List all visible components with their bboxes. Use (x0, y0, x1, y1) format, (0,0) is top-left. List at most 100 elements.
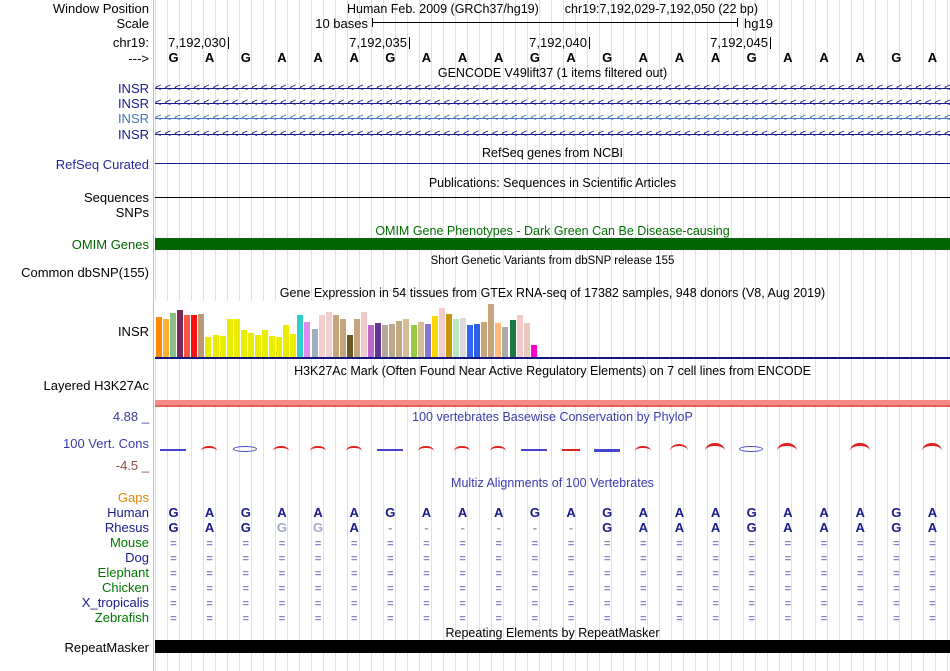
gene-exon-line[interactable]: <<<<<<<<<<<<<<<<<<<<<<<<<<<<<<<<<<<<<<<<… (155, 112, 950, 125)
gtex-tissue-bar[interactable] (220, 336, 226, 357)
track-title-phylop[interactable]: 100 vertebrates Basewise Conservation by… (155, 411, 950, 424)
gtex-tissue-bar[interactable] (531, 345, 537, 357)
species-label-human[interactable]: Human (107, 506, 149, 520)
track-title-refseq[interactable]: RefSeq genes from NCBI (155, 147, 950, 160)
gtex-tissue-bar[interactable] (425, 324, 431, 357)
gtex-tissue-bar[interactable] (262, 330, 268, 357)
track-title-h3k27ac[interactable]: H3K27Ac Mark (Often Found Near Active Re… (155, 365, 950, 378)
alignment-identity-mark: = (480, 538, 517, 550)
publications-line[interactable] (155, 197, 950, 198)
gtex-tissue-bar[interactable] (205, 337, 211, 357)
gtex-tissue-bar[interactable] (297, 315, 303, 357)
gene-exon-line[interactable]: <<<<<<<<<<<<<<<<<<<<<<<<<<<<<<<<<<<<<<<<… (155, 82, 950, 95)
gtex-tissue-bar[interactable] (474, 324, 480, 357)
gene-label-insr[interactable]: INSR (118, 82, 149, 96)
gtex-tissue-bar[interactable] (163, 319, 169, 357)
gtex-tissue-bar[interactable] (453, 319, 459, 357)
track-title-gtex[interactable]: Gene Expression in 54 tissues from GTEx … (155, 287, 950, 300)
gtex-tissue-bar[interactable] (276, 337, 282, 357)
gtex-tissue-bar[interactable] (269, 336, 275, 357)
gtex-tissue-bar[interactable] (290, 334, 296, 357)
species-label-chicken[interactable]: Chicken (102, 581, 149, 595)
track-label-omim-genes[interactable]: OMIM Genes (72, 238, 149, 252)
track-title-dbsnp[interactable]: Short Genetic Variants from dbSNP releas… (155, 255, 950, 268)
gtex-tissue-bar[interactable] (403, 319, 409, 357)
species-label-elephant[interactable]: Elephant (98, 566, 149, 580)
gtex-tissue-bar[interactable] (191, 315, 197, 357)
gtex-tissue-bar[interactable] (411, 325, 417, 357)
gtex-tissue-bar[interactable] (396, 321, 402, 357)
gtex-tissue-bar[interactable] (495, 323, 501, 357)
gtex-tissue-bar[interactable] (361, 312, 367, 357)
track-label-repeatmasker[interactable]: RepeatMasker (64, 641, 149, 655)
species-label-x_tropicalis[interactable]: X_tropicalis (82, 596, 149, 610)
alignment-identity-mark: = (553, 613, 590, 625)
gene-exon-line[interactable]: <<<<<<<<<<<<<<<<<<<<<<<<<<<<<<<<<<<<<<<<… (155, 128, 950, 141)
repeatmasker-bar[interactable] (155, 640, 950, 653)
gtex-tissue-bar[interactable] (184, 315, 190, 357)
gtex-tissue-bar[interactable] (312, 329, 318, 357)
gtex-tissue-bar[interactable] (368, 325, 374, 357)
gtex-tissue-bar[interactable] (460, 318, 466, 357)
gtex-tissue-bar[interactable] (304, 322, 310, 357)
species-label-mouse[interactable]: Mouse (110, 536, 149, 550)
gtex-tissue-bar[interactable] (255, 335, 261, 357)
refseq-gene-line[interactable] (155, 163, 950, 164)
gene-exon-line[interactable]: <<<<<<<<<<<<<<<<<<<<<<<<<<<<<<<<<<<<<<<<… (155, 97, 950, 110)
track-label-common-dbsnp[interactable]: Common dbSNP(155) (21, 266, 149, 280)
track-label-refseq-curated[interactable]: RefSeq Curated (56, 158, 149, 172)
gtex-tissue-bar[interactable] (198, 314, 204, 357)
track-label-gaps[interactable]: Gaps (118, 491, 149, 505)
gtex-tissue-bar[interactable] (418, 322, 424, 357)
gtex-tissue-bar[interactable] (517, 315, 523, 357)
gtex-tissue-bar[interactable] (510, 320, 516, 357)
gtex-tissue-bar[interactable] (389, 324, 395, 357)
species-label-rhesus[interactable]: Rhesus (105, 521, 149, 535)
gtex-tissue-bar[interactable] (283, 325, 289, 357)
gtex-tissue-bar[interactable] (156, 317, 162, 357)
track-label-h3k27ac[interactable]: Layered H3K27Ac (43, 379, 149, 393)
gtex-tissue-bar[interactable] (439, 308, 445, 357)
gtex-tissue-bar[interactable] (524, 323, 530, 357)
gtex-tissue-bar[interactable] (502, 327, 508, 357)
track-title-omim[interactable]: OMIM Gene Phenotypes - Dark Green Can Be… (155, 225, 950, 238)
gene-label-insr[interactable]: INSR (118, 97, 149, 111)
track-label-gtex-insr[interactable]: INSR (118, 325, 149, 339)
gtex-tissue-bar[interactable] (488, 304, 494, 357)
track-title-publications[interactable]: Publications: Sequences in Scientific Ar… (155, 177, 950, 190)
track-title-multiz[interactable]: Multiz Alignments of 100 Vertebrates (155, 477, 950, 490)
gtex-tissue-bar[interactable] (213, 335, 219, 357)
gtex-tissue-bar[interactable] (319, 315, 325, 357)
gtex-tissue-bar[interactable] (227, 319, 233, 357)
gene-label-insr[interactable]: INSR (118, 112, 149, 126)
gtex-tissue-bar[interactable] (234, 319, 240, 357)
gtex-tissue-bar[interactable] (375, 323, 381, 357)
alignment-identity-mark: = (733, 598, 770, 610)
gtex-tissue-bar[interactable] (326, 312, 332, 357)
gtex-tissue-bar[interactable] (177, 310, 183, 357)
gtex-tissue-bar[interactable] (467, 325, 473, 357)
omim-gene-bar[interactable] (155, 238, 950, 250)
track-label-sequences[interactable]: Sequences (84, 191, 149, 205)
aligned-base: G (733, 506, 770, 520)
h3k27ac-signal-bar[interactable] (155, 400, 950, 407)
gene-label-insr[interactable]: INSR (118, 128, 149, 142)
gtex-tissue-bar[interactable] (170, 313, 176, 357)
track-title-gencode[interactable]: GENCODE V49lift37 (1 items filtered out) (155, 67, 950, 80)
gtex-tissue-bar[interactable] (446, 314, 452, 357)
gtex-tissue-bar[interactable] (432, 316, 438, 357)
gtex-tissue-bar[interactable] (481, 322, 487, 357)
gtex-tissue-bar[interactable] (241, 330, 247, 357)
gtex-tissue-bar[interactable] (347, 335, 353, 357)
strand-arrow[interactable]: ---> (128, 52, 149, 66)
gtex-tissue-bar[interactable] (382, 325, 388, 357)
gtex-tissue-bar[interactable] (354, 319, 360, 357)
gtex-tissue-bar[interactable] (248, 333, 254, 357)
species-label-dog[interactable]: Dog (125, 551, 149, 565)
track-label-phylop[interactable]: 100 Vert. Cons (63, 437, 149, 451)
species-label-zebrafish[interactable]: Zebrafish (95, 611, 149, 625)
track-label-snps[interactable]: SNPs (116, 206, 149, 220)
gtex-tissue-bar[interactable] (340, 319, 346, 357)
track-title-repeatmasker[interactable]: Repeating Elements by RepeatMasker (155, 627, 950, 640)
gtex-tissue-bar[interactable] (333, 315, 339, 357)
